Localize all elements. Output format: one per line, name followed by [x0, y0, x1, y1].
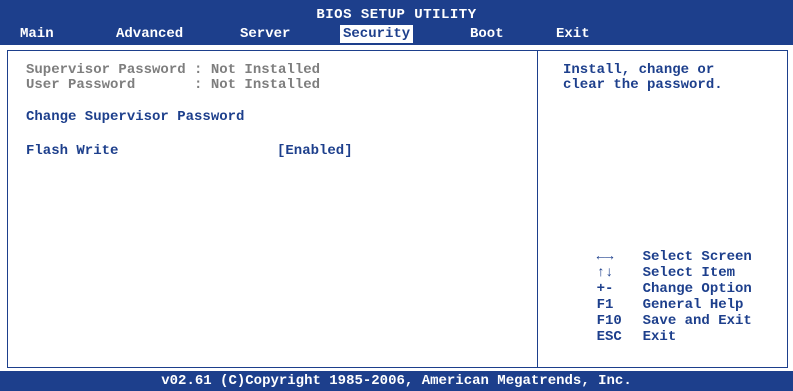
tab-main[interactable]: Main: [20, 25, 54, 43]
top-bar: BIOS SETUP UTILITY Main Advanced Server …: [0, 0, 793, 45]
key-row-exit: ESC Exit: [563, 313, 677, 361]
key-label: ESC: [596, 329, 622, 345]
help-line-2: clear the password.: [563, 77, 723, 93]
flash-write-value[interactable]: [Enabled]: [277, 143, 353, 159]
tab-advanced[interactable]: Advanced: [116, 25, 183, 43]
flash-write-label[interactable]: Flash Write: [26, 143, 118, 159]
bios-screen: BIOS SETUP UTILITY Main Advanced Server …: [0, 0, 793, 391]
tab-security[interactable]: Security: [340, 25, 414, 43]
bios-title: BIOS SETUP UTILITY: [316, 7, 477, 23]
tab-server[interactable]: Server: [240, 25, 290, 43]
user-password-status: User Password : Not Installed: [26, 77, 321, 93]
key-action: Exit: [642, 329, 677, 345]
change-supervisor-password-item[interactable]: Change Supervisor Password: [26, 109, 244, 125]
panel-divider: [537, 50, 538, 368]
help-line-1: Install, change or: [563, 62, 715, 78]
tab-exit[interactable]: Exit: [556, 25, 590, 43]
tab-boot[interactable]: Boot: [470, 25, 504, 43]
copyright-footer: v02.61 (C)Copyright 1985-2006, American …: [0, 371, 793, 391]
supervisor-password-status: Supervisor Password : Not Installed: [26, 62, 321, 78]
